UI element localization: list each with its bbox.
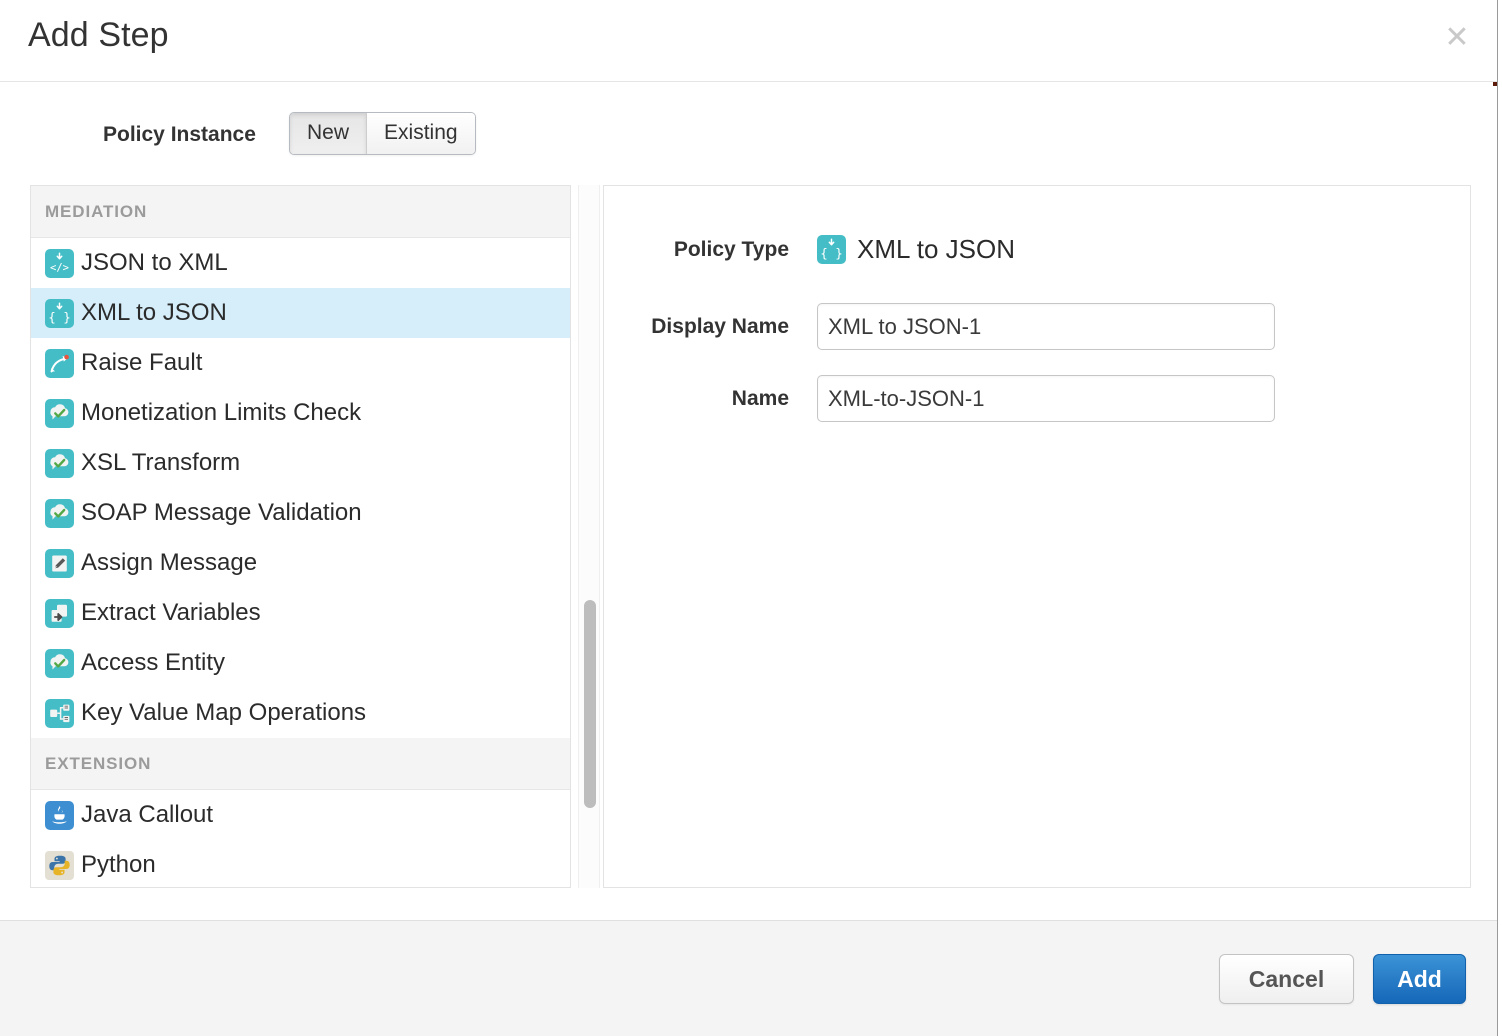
display-name-row: Display Name xyxy=(604,303,1275,350)
policy-detail-panel: Policy Type { } XML to JSON Dis xyxy=(603,185,1471,888)
key-value-map-icon xyxy=(45,699,74,728)
policy-list: MEDIATION </> JSON to XML { } XML to JSON Rai… xyxy=(31,186,570,888)
message-check-icon xyxy=(45,449,74,478)
list-item-label: Assign Message xyxy=(81,549,257,577)
page-title: Add Step xyxy=(28,16,169,55)
raise-fault-icon xyxy=(45,349,74,378)
policy-type-text: XML to JSON xyxy=(857,234,1015,265)
java-icon xyxy=(45,801,74,830)
policy-type-label: Policy Type xyxy=(604,238,817,262)
list-item-label: Raise Fault xyxy=(81,349,202,377)
dialog-footer: Cancel Add xyxy=(0,920,1497,1036)
cancel-button[interactable]: Cancel xyxy=(1219,954,1354,1004)
list-item[interactable]: Raise Fault xyxy=(31,338,570,388)
assign-message-icon xyxy=(45,549,74,578)
name-row: Name xyxy=(604,375,1275,422)
svg-text:{ }: { } xyxy=(820,246,843,261)
xml-to-json-icon: { } xyxy=(817,235,846,264)
list-item[interactable]: Python xyxy=(31,840,570,888)
display-name-field[interactable] xyxy=(817,303,1275,350)
list-item-label: XSL Transform xyxy=(81,449,240,477)
list-item[interactable]: Monetization Limits Check xyxy=(31,388,570,438)
xml-to-json-icon: { } xyxy=(45,299,74,328)
list-item[interactable]: Extract Variables xyxy=(31,588,570,638)
dialog-body: MEDIATION </> JSON to XML { } XML to JSON Rai… xyxy=(30,185,1471,888)
tab-new[interactable]: New xyxy=(290,113,366,154)
list-item[interactable]: Java Callout xyxy=(31,790,570,840)
tab-existing[interactable]: Existing xyxy=(366,113,475,154)
policy-instance-label: Policy Instance xyxy=(103,123,256,147)
list-item-label: Key Value Map Operations xyxy=(81,699,366,727)
list-item-label: Access Entity xyxy=(81,649,225,677)
list-item[interactable]: </> JSON to XML xyxy=(31,238,570,288)
svg-text:</>: </> xyxy=(50,262,69,274)
message-check-icon xyxy=(45,649,74,678)
list-item-label: Python xyxy=(81,851,156,879)
extract-variables-icon xyxy=(45,599,74,628)
list-item[interactable]: Key Value Map Operations xyxy=(31,688,570,738)
list-item-label: Monetization Limits Check xyxy=(81,399,361,427)
add-step-dialog: Add Step ✕ Policy Instance New Existing … xyxy=(0,0,1502,1036)
policy-instance-row: Policy Instance New Existing xyxy=(0,112,1497,167)
policy-type-row: Policy Type { } XML to JSON xyxy=(604,234,1015,265)
policy-type-value: { } XML to JSON xyxy=(817,234,1015,265)
list-item-label: SOAP Message Validation xyxy=(81,499,362,527)
list-item[interactable]: XSL Transform xyxy=(31,438,570,488)
list-group-header: MEDIATION xyxy=(31,186,570,238)
dialog-outer-edge xyxy=(1498,0,1502,1036)
message-check-icon xyxy=(45,499,74,528)
close-icon[interactable]: ✕ xyxy=(1439,20,1475,56)
json-to-xml-icon: </> xyxy=(45,249,74,278)
svg-text:{ }: { } xyxy=(48,309,71,324)
policy-list-scrollbar[interactable] xyxy=(578,185,600,888)
python-icon xyxy=(45,851,74,880)
list-group-header: EXTENSION xyxy=(31,738,570,790)
message-check-icon xyxy=(45,399,74,428)
dialog-header: Add Step ✕ xyxy=(0,0,1497,82)
name-label: Name xyxy=(604,387,817,411)
list-item-label: JSON to XML xyxy=(81,249,228,277)
list-item-label: Java Callout xyxy=(81,801,213,829)
scrollbar-thumb[interactable] xyxy=(584,600,596,808)
list-item[interactable]: { } XML to JSON xyxy=(31,288,570,338)
list-item[interactable]: SOAP Message Validation xyxy=(31,488,570,538)
list-item-label: XML to JSON xyxy=(81,299,227,327)
list-item[interactable]: Access Entity xyxy=(31,638,570,688)
display-name-label: Display Name xyxy=(604,315,817,339)
policy-list-panel: MEDIATION </> JSON to XML { } XML to JSON Rai… xyxy=(30,185,571,888)
policy-instance-toggle[interactable]: New Existing xyxy=(289,112,476,155)
add-button[interactable]: Add xyxy=(1373,954,1466,1004)
list-item[interactable]: Assign Message xyxy=(31,538,570,588)
list-item-label: Extract Variables xyxy=(81,599,261,627)
name-field[interactable] xyxy=(817,375,1275,422)
